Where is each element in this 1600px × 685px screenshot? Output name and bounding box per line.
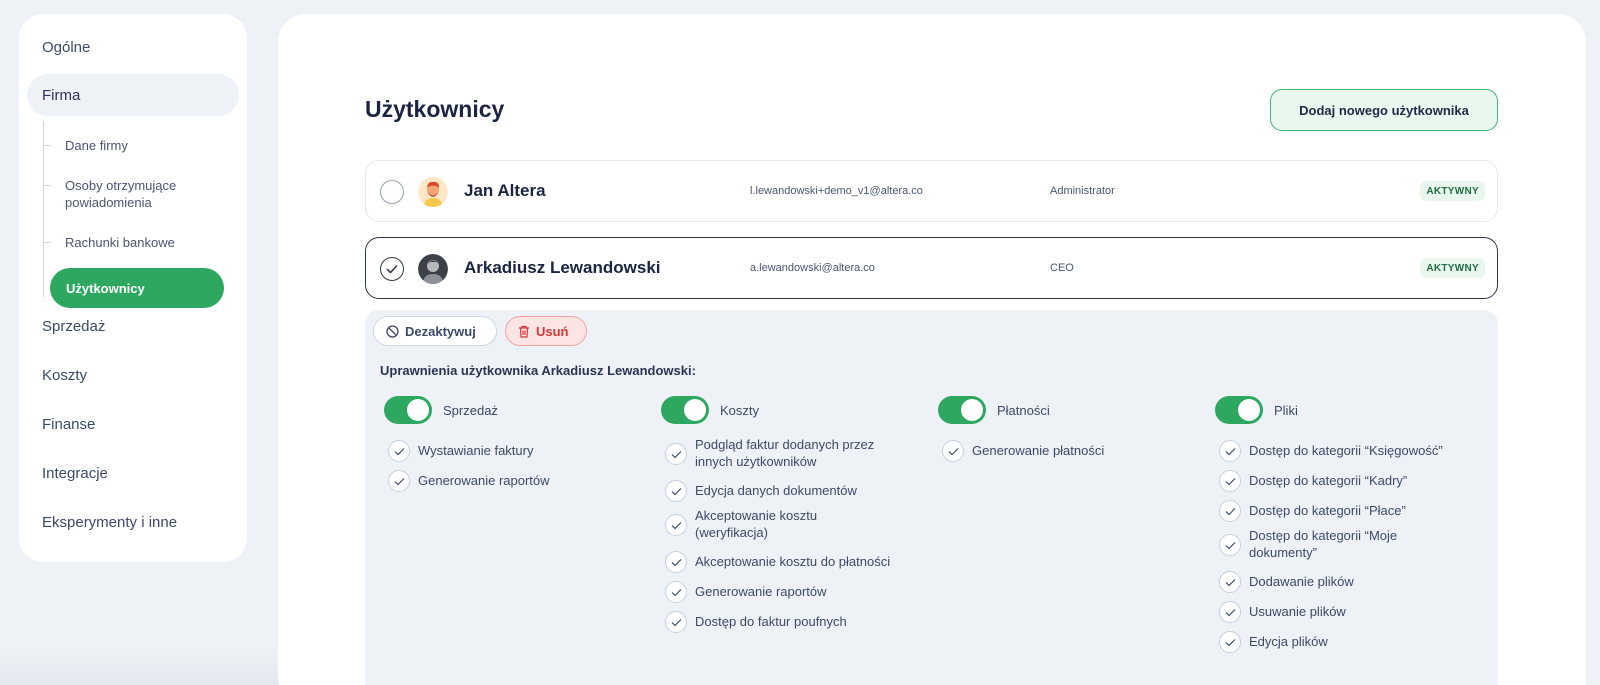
check-icon bbox=[1225, 508, 1236, 516]
sidebar-item-costs[interactable]: Koszty bbox=[27, 354, 239, 396]
sidebar-subitem-bank-accounts[interactable]: Rachunki bankowe bbox=[43, 234, 243, 251]
check-icon bbox=[671, 619, 682, 627]
files-toggle[interactable] bbox=[1215, 396, 1263, 424]
delete-button[interactable]: Usuń bbox=[505, 316, 587, 346]
permission-item[interactable]: Akceptowanie kosztu (weryfikacja) bbox=[665, 507, 915, 541]
deactivate-button[interactable]: Dezaktywuj bbox=[373, 316, 497, 346]
sidebar-item-integrations[interactable]: Integracje bbox=[27, 452, 239, 494]
sidebar-item-experiments[interactable]: Eksperymenty i inne bbox=[27, 501, 239, 543]
permission-item[interactable]: Dodawanie plików bbox=[1219, 571, 1469, 593]
check-icon bbox=[1225, 542, 1236, 550]
user-role: CEO bbox=[1050, 262, 1074, 274]
permission-item[interactable]: Usuwanie plików bbox=[1219, 601, 1469, 623]
permission-item[interactable]: Dostęp do kategorii “Księgowość” bbox=[1219, 440, 1489, 462]
permission-item[interactable]: Generowanie raportów bbox=[665, 581, 915, 603]
sidebar-subitem-notification-recipients[interactable]: Osoby otrzymujące powiadomienia bbox=[43, 177, 233, 211]
check-icon bbox=[671, 559, 682, 567]
add-user-button[interactable]: Dodaj nowego użytkownika bbox=[1270, 89, 1498, 131]
user-email: l.lewandowski+demo_v1@altera.co bbox=[750, 185, 923, 197]
status-badge: AKTYWNY bbox=[1420, 181, 1485, 201]
user-select-checkbox[interactable] bbox=[380, 257, 404, 281]
page-title: Użytkownicy bbox=[365, 96, 505, 122]
permission-item[interactable]: Akceptowanie kosztu do płatności bbox=[665, 551, 915, 573]
avatar bbox=[418, 254, 448, 284]
permission-item[interactable]: Edycja plików bbox=[1219, 631, 1469, 653]
check-icon bbox=[394, 478, 405, 486]
check-icon bbox=[386, 264, 398, 274]
status-badge: AKTYWNY bbox=[1420, 258, 1485, 278]
sidebar-item-general[interactable]: Ogólne bbox=[27, 26, 239, 68]
check-icon bbox=[671, 589, 682, 597]
permission-item[interactable]: Podgląd faktur dodanych przez innych uży… bbox=[665, 436, 915, 470]
payments-toggle[interactable] bbox=[938, 396, 986, 424]
permissions-title: Uprawnienia użytkownika Arkadiusz Lewand… bbox=[380, 363, 696, 378]
permission-item[interactable]: Dostęp do kategorii “Moje dokumenty” bbox=[1219, 527, 1469, 561]
block-icon bbox=[386, 324, 399, 338]
permission-item[interactable]: Generowanie płatności bbox=[942, 440, 1192, 462]
user-select-checkbox[interactable] bbox=[380, 180, 404, 204]
check-icon bbox=[671, 522, 682, 530]
user-row[interactable]: Jan Altera l.lewandowski+demo_v1@altera.… bbox=[365, 160, 1498, 222]
permission-item[interactable]: Dostęp do kategorii “Płace” bbox=[1219, 500, 1469, 522]
avatar bbox=[418, 177, 448, 207]
main-content: Użytkownicy Dodaj nowego użytkownika Jan… bbox=[278, 14, 1586, 685]
bottom-shadow bbox=[0, 648, 300, 685]
trash-icon bbox=[519, 325, 529, 338]
permission-item[interactable]: Edycja danych dokumentów bbox=[665, 480, 915, 502]
costs-toggle[interactable] bbox=[661, 396, 709, 424]
check-icon bbox=[948, 448, 959, 456]
check-icon bbox=[671, 451, 682, 459]
sidebar-item-finance[interactable]: Finanse bbox=[27, 403, 239, 445]
permission-item[interactable]: Dostęp do faktur poufnych bbox=[665, 611, 915, 633]
settings-sidebar: Ogólne Firma Dane firmy Osoby otrzymując… bbox=[19, 14, 247, 562]
sidebar-item-company[interactable]: Firma bbox=[27, 74, 239, 116]
sidebar-subitem-users[interactable]: Użytkownicy bbox=[50, 268, 224, 308]
permission-item[interactable]: Dostęp do kategorii “Kadry” bbox=[1219, 470, 1469, 492]
user-role: Administrator bbox=[1050, 185, 1115, 197]
check-icon bbox=[1225, 639, 1236, 647]
check-icon bbox=[1225, 579, 1236, 587]
user-name: Arkadiusz Lewandowski bbox=[464, 258, 661, 277]
sidebar-subitem-company-data[interactable]: Dane firmy bbox=[43, 137, 243, 154]
check-icon bbox=[1225, 478, 1236, 486]
sidebar-item-sales[interactable]: Sprzedaż bbox=[27, 305, 239, 347]
user-email: a.lewandowski@altera.co bbox=[750, 262, 875, 274]
sales-toggle[interactable] bbox=[384, 396, 432, 424]
user-name: Jan Altera bbox=[464, 181, 546, 200]
check-icon bbox=[394, 448, 405, 456]
check-icon bbox=[671, 488, 682, 496]
check-icon bbox=[1225, 448, 1236, 456]
user-row[interactable]: Arkadiusz Lewandowski a.lewandowski@alte… bbox=[365, 237, 1498, 299]
user-details-panel: Dezaktywuj Usuń Uprawnienia użytkownika … bbox=[365, 310, 1498, 685]
permission-item[interactable]: Wystawianie faktury bbox=[388, 440, 638, 462]
permission-item[interactable]: Generowanie raportów bbox=[388, 470, 638, 492]
check-icon bbox=[1225, 609, 1236, 617]
